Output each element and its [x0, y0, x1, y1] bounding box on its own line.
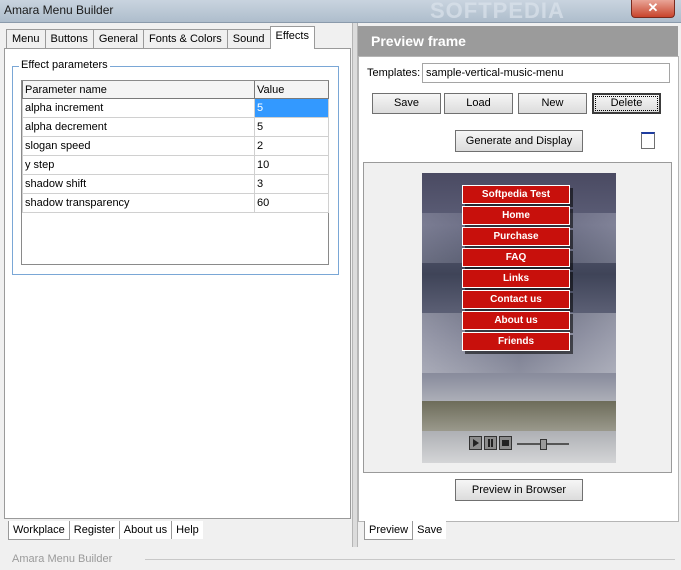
treeline [422, 401, 616, 431]
menu-item-about-us[interactable]: About us [462, 311, 570, 330]
table-row[interactable]: slogan speed 2 [22, 136, 329, 156]
parameter-value-cell[interactable]: 5 [254, 98, 329, 118]
parameter-value-cell[interactable]: 5 [254, 117, 329, 137]
parameter-name: alpha decrement [22, 117, 255, 137]
parameter-value-cell[interactable]: 3 [254, 174, 329, 194]
pause-icon[interactable] [484, 436, 497, 450]
parameter-value-cell[interactable]: 60 [254, 193, 329, 213]
generate-display-button[interactable]: Generate and Display [455, 130, 583, 152]
window-title: Amara Menu Builder [4, 3, 114, 17]
column-header-value[interactable]: Value [254, 81, 329, 99]
tab-menu[interactable]: Menu [6, 29, 46, 49]
preview-header: Preview frame [358, 26, 678, 56]
stop-icon[interactable] [499, 436, 512, 450]
close-button[interactable]: ✕ [631, 0, 675, 18]
table-row[interactable]: alpha decrement 5 [22, 117, 329, 137]
right-bottom-tabs: Preview Save [364, 521, 447, 540]
templates-field[interactable]: sample-vertical-music-menu [422, 63, 670, 83]
left-pane: Menu Buttons General Fonts & Colors Soun… [0, 23, 352, 547]
menu-item-contact-us[interactable]: Contact us [462, 290, 570, 309]
frame-toggle-icon[interactable] [641, 132, 655, 149]
tab-about-us[interactable]: About us [119, 521, 173, 539]
tab-preview[interactable]: Preview [364, 521, 414, 540]
play-icon[interactable] [469, 436, 482, 450]
tab-effects[interactable]: Effects [269, 26, 315, 49]
title-bar: SOFTPEDIA Amara Menu Builder ✕ [0, 0, 681, 23]
parameter-name: shadow shift [22, 174, 255, 194]
parameter-name: y step [22, 155, 255, 175]
music-player [467, 435, 573, 453]
delete-template-button[interactable]: Delete [592, 93, 661, 114]
effects-panel: Effect parameters Parameter name Value a… [4, 48, 351, 519]
tab-workplace[interactable]: Workplace [8, 521, 70, 540]
load-template-button[interactable]: Load [444, 93, 513, 114]
menu-item-purchase[interactable]: Purchase [462, 227, 570, 246]
tab-fonts-colors[interactable]: Fonts & Colors [142, 29, 228, 49]
parameter-name: slogan speed [22, 136, 255, 156]
menu-item-links[interactable]: Links [462, 269, 570, 288]
tab-sound[interactable]: Sound [226, 29, 271, 49]
column-header-parameter[interactable]: Parameter name [22, 81, 255, 99]
parameter-name: alpha increment [22, 98, 255, 118]
menu-item-faq[interactable]: FAQ [462, 248, 570, 267]
preview-title: Preview frame [371, 33, 466, 49]
templates-label: Templates: [367, 67, 421, 79]
table-row[interactable]: shadow shift 3 [22, 174, 329, 194]
status-divider [145, 559, 675, 560]
menu-item-friends[interactable]: Friends [462, 332, 570, 351]
new-template-button[interactable]: New [518, 93, 587, 114]
menu-preview: Softpedia Test Home Purchase FAQ Links C… [422, 173, 616, 463]
effect-parameters-label: Effect parameters [19, 59, 110, 71]
menu-item-home[interactable]: Home [462, 206, 570, 225]
parameter-value-cell[interactable]: 2 [254, 136, 329, 156]
parameter-value-cell[interactable]: 10 [254, 155, 329, 175]
table-row[interactable]: shadow transparency 60 [22, 193, 329, 213]
table-row[interactable]: y step 10 [22, 155, 329, 175]
left-tab-strip: Menu Buttons General Fonts & Colors Soun… [6, 26, 315, 49]
preview-in-browser-button[interactable]: Preview in Browser [455, 479, 583, 501]
status-text: Amara Menu Builder [12, 553, 113, 565]
tab-save[interactable]: Save [413, 521, 447, 539]
tab-register[interactable]: Register [69, 521, 120, 539]
left-bottom-tabs: Workplace Register About us Help [8, 521, 203, 540]
watermark: SOFTPEDIA [430, 0, 565, 23]
table-row[interactable]: alpha increment 5 [22, 98, 329, 118]
parameters-grid: Parameter name Value alpha increment 5 a… [21, 80, 329, 265]
parameter-name: shadow transparency [22, 193, 255, 213]
status-bar: Amara Menu Builder [0, 549, 681, 570]
tab-general[interactable]: General [92, 29, 144, 49]
tab-buttons[interactable]: Buttons [44, 29, 94, 49]
volume-slider-handle[interactable] [540, 439, 547, 450]
save-template-button[interactable]: Save [372, 93, 441, 114]
menu-item-softpedia-test[interactable]: Softpedia Test [462, 185, 570, 204]
tab-help[interactable]: Help [172, 521, 203, 539]
